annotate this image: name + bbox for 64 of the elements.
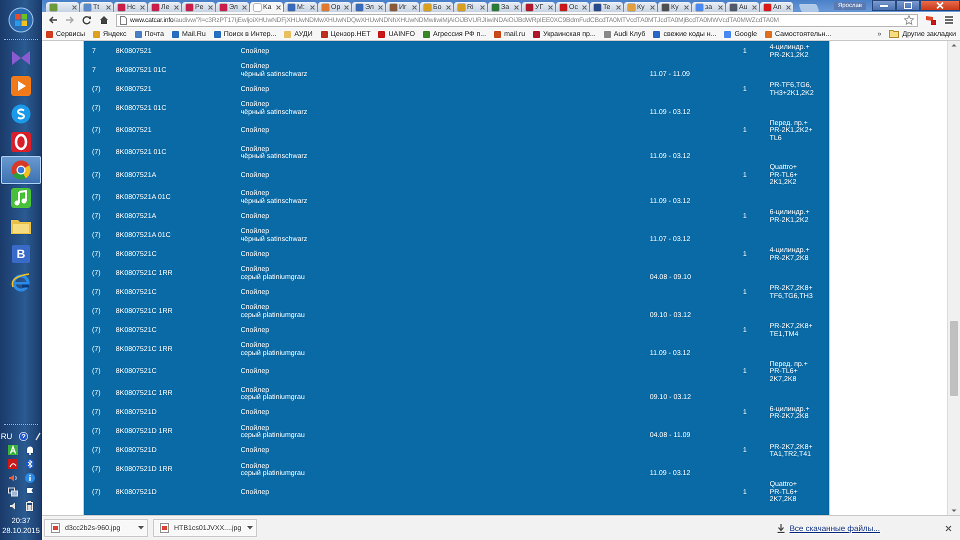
close-icon bbox=[936, 2, 944, 9]
close-icon[interactable] bbox=[72, 4, 77, 10]
folder-icon bbox=[889, 30, 900, 38]
windows-logo-icon bbox=[8, 7, 34, 33]
close-icon[interactable] bbox=[548, 4, 553, 10]
bluetooth-icon[interactable] bbox=[24, 459, 34, 469]
close-icon[interactable] bbox=[752, 4, 757, 10]
menu-icon[interactable] bbox=[944, 15, 954, 25]
close-icon[interactable] bbox=[650, 4, 655, 10]
reload-icon[interactable] bbox=[82, 15, 92, 25]
close-icon[interactable] bbox=[174, 4, 179, 10]
page-icon bbox=[120, 16, 127, 24]
close-icon[interactable] bbox=[684, 4, 689, 10]
close-icon[interactable] bbox=[378, 4, 383, 10]
image-file-icon bbox=[51, 523, 60, 533]
speaker-icon[interactable] bbox=[8, 473, 18, 483]
close-icon[interactable] bbox=[446, 4, 451, 10]
info-icon[interactable] bbox=[24, 473, 34, 483]
scrollbar[interactable] bbox=[948, 41, 960, 515]
close-icon[interactable] bbox=[106, 4, 111, 10]
network-icon[interactable] bbox=[8, 487, 18, 497]
language-indicator[interactable]: RU bbox=[0, 432, 12, 440]
close-icon[interactable] bbox=[718, 4, 723, 10]
battery-icon[interactable] bbox=[26, 501, 33, 511]
music-note-icon bbox=[11, 188, 31, 208]
close-icon[interactable] bbox=[514, 4, 519, 10]
o-ring-icon bbox=[11, 132, 31, 152]
caret-icon[interactable] bbox=[247, 526, 253, 530]
close-icon[interactable] bbox=[480, 4, 485, 10]
minimize-icon bbox=[880, 4, 888, 7]
maximize-button[interactable] bbox=[896, 0, 920, 11]
download-icon bbox=[776, 524, 785, 532]
close-button[interactable] bbox=[920, 0, 960, 11]
close-icon[interactable] bbox=[412, 4, 417, 10]
close-icon[interactable] bbox=[616, 4, 621, 10]
browser-tab[interactable] bbox=[46, 2, 79, 12]
star-icon[interactable] bbox=[904, 15, 914, 25]
s-circle-icon bbox=[11, 104, 31, 124]
home-icon[interactable] bbox=[99, 15, 109, 25]
e-logo-icon bbox=[10, 271, 32, 293]
help-icon[interactable] bbox=[19, 432, 28, 440]
scroll-thumb[interactable] bbox=[950, 321, 958, 396]
taskbar-button[interactable]: В bbox=[1, 240, 41, 268]
play-icon bbox=[11, 76, 31, 96]
close-icon[interactable] bbox=[786, 4, 791, 10]
close-icon[interactable] bbox=[140, 4, 145, 10]
maximize-icon bbox=[904, 2, 912, 9]
chrome-icon bbox=[11, 160, 31, 180]
a-square-icon[interactable] bbox=[8, 445, 18, 455]
close-icon[interactable] bbox=[945, 524, 952, 532]
bell-icon[interactable] bbox=[24, 445, 34, 455]
all-downloads-link[interactable]: Все скачанные файлы... bbox=[790, 524, 880, 532]
flag-badge-icon[interactable] bbox=[925, 14, 937, 26]
close-icon[interactable] bbox=[582, 4, 587, 10]
minimize-button[interactable] bbox=[872, 0, 896, 11]
close-icon[interactable] bbox=[208, 4, 213, 10]
image-file-icon bbox=[160, 523, 169, 533]
close-icon[interactable] bbox=[344, 4, 349, 10]
close-icon[interactable] bbox=[276, 4, 281, 10]
close-icon[interactable] bbox=[242, 4, 247, 10]
caret-icon[interactable] bbox=[138, 526, 144, 530]
letter-icon: В bbox=[12, 245, 30, 263]
close-icon[interactable] bbox=[310, 4, 315, 10]
back-icon[interactable] bbox=[48, 15, 58, 25]
